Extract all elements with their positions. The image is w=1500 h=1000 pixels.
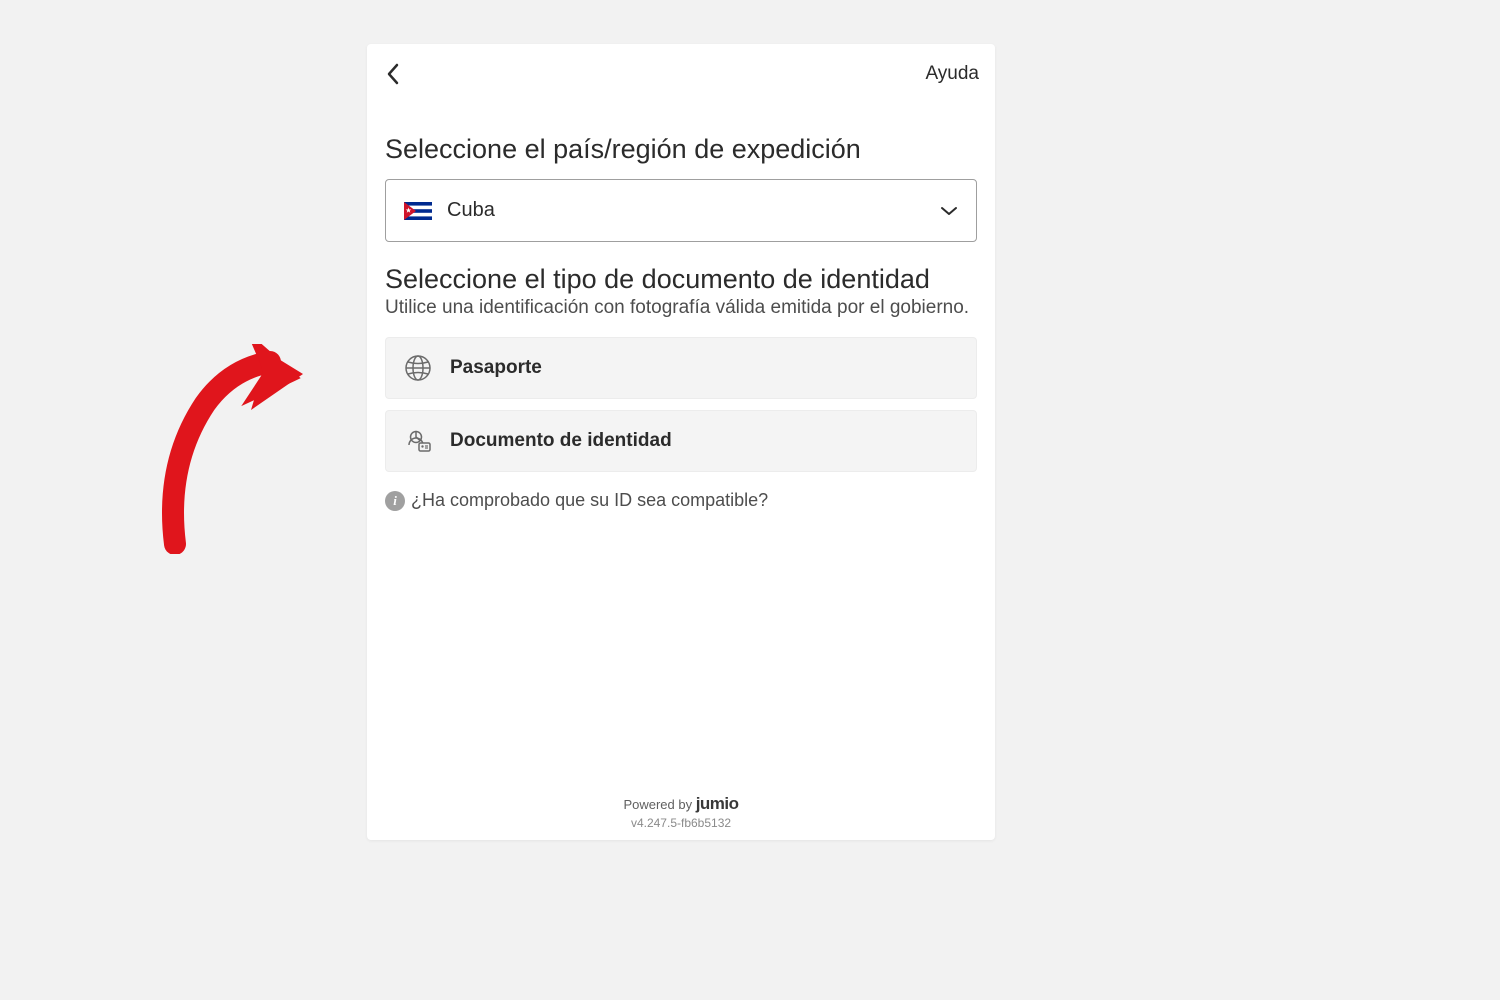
country-select[interactable]: Cuba xyxy=(385,179,977,242)
powered-by-label: Powered by xyxy=(623,797,695,812)
help-link[interactable]: Ayuda xyxy=(925,63,979,85)
brand-name: jumio xyxy=(696,794,739,813)
annotation-arrow-icon xyxy=(155,344,315,554)
chevron-left-icon xyxy=(385,62,401,86)
document-section-title: Seleccione el tipo de documento de ident… xyxy=(385,264,977,295)
back-button[interactable] xyxy=(377,58,409,90)
compatibility-info[interactable]: i ¿Ha comprobado que su ID sea compatibl… xyxy=(385,490,977,511)
country-section-title: Seleccione el país/región de expedición xyxy=(385,134,977,165)
card-footer: Powered by jumio v4.247.5-fb6b5132 xyxy=(367,794,995,840)
info-icon: i xyxy=(385,491,405,511)
chevron-down-icon xyxy=(940,206,958,216)
id-card-icon xyxy=(402,425,434,457)
globe-icon xyxy=(402,352,434,384)
document-option-id[interactable]: Documento de identidad xyxy=(385,410,977,472)
document-option-label: Pasaporte xyxy=(450,357,542,379)
verification-card: Ayuda Seleccione el país/región de exped… xyxy=(367,44,995,840)
version-label: v4.247.5-fb6b5132 xyxy=(367,816,995,830)
country-name: Cuba xyxy=(447,199,940,222)
document-option-label: Documento de identidad xyxy=(450,430,672,452)
cuba-flag-icon xyxy=(404,202,432,220)
card-content: Seleccione el país/región de expedición … xyxy=(367,100,995,794)
document-option-passport[interactable]: Pasaporte xyxy=(385,337,977,399)
document-section-subtitle: Utilice una identificación con fotografí… xyxy=(385,297,977,319)
compatibility-info-text: ¿Ha comprobado que su ID sea compatible? xyxy=(411,490,768,511)
card-header: Ayuda xyxy=(367,44,995,100)
